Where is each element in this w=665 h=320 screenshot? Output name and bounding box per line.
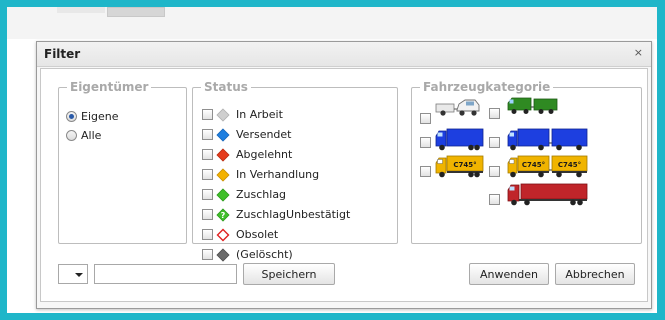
save-button[interactable]: Speichern (243, 263, 335, 285)
status-checkbox[interactable] (202, 109, 213, 120)
cancel-button[interactable]: Abbrechen (555, 263, 635, 285)
background-tab-active (107, 7, 165, 17)
owner-own-radio[interactable] (66, 110, 77, 122)
container-badge-text: C745° (522, 161, 545, 169)
status-label: ZuschlagUnbestätigt (236, 208, 351, 221)
vehicle-checkbox[interactable] (489, 137, 500, 148)
status-legend: Status (204, 80, 248, 94)
status-checkbox[interactable] (202, 229, 213, 240)
red-diamond-icon (216, 147, 230, 162)
red-outline-diamond-icon (216, 228, 230, 241)
vehicle-legend: Fahrzeugkategorie (423, 80, 551, 94)
blue-truck-icon (435, 128, 484, 151)
status-checkbox[interactable] (202, 249, 213, 260)
saved-filter-dropdown[interactable] (58, 264, 88, 284)
apply-button[interactable]: Anwenden (469, 263, 549, 285)
filter-name-input[interactable] (94, 264, 237, 284)
status-row-in-verhandlung[interactable]: In Verhandlung (202, 166, 319, 183)
owner-option-all[interactable]: Alle (66, 127, 101, 143)
container-badge-text: C745° (453, 161, 476, 169)
status-row-abgelehnt[interactable]: Abgelehnt (202, 146, 292, 163)
status-fieldset: Status In Arbeit Versendet Abgelehnt In … (192, 80, 398, 262)
owner-fieldset: Eigentümer Eigene Alle (58, 80, 187, 244)
vehicle-checkbox[interactable] (489, 108, 500, 119)
status-checkbox[interactable] (202, 189, 213, 200)
status-row-zuschlag-unbestaetigt[interactable]: ? ZuschlagUnbestätigt (202, 206, 350, 223)
app-frame: Filter × Eigentümer Eigene Alle Status I… (7, 7, 657, 313)
yellow-diamond-icon (216, 167, 230, 182)
status-label: (Gelöscht) (236, 248, 293, 261)
status-label: In Verhandlung (236, 168, 320, 181)
close-icon[interactable]: × (634, 46, 643, 59)
yellow-container-truck-trailer-icon: C745° C745° (507, 155, 588, 178)
status-checkbox[interactable] (202, 209, 213, 220)
dialog-titlebar: Filter × (37, 42, 651, 67)
dark-gray-diamond-icon (216, 247, 230, 262)
status-checkbox[interactable] (202, 129, 213, 140)
status-checkbox[interactable] (202, 149, 213, 160)
svg-text:?: ? (221, 211, 226, 220)
status-label: In Arbeit (236, 108, 283, 121)
chevron-down-icon[interactable] (75, 273, 83, 277)
status-row-geloescht[interactable]: (Gelöscht) (202, 246, 293, 263)
gray-diamond-icon (216, 107, 230, 122)
dialog-body: Eigentümer Eigene Alle Status In Arbeit (40, 68, 648, 302)
background-tab (57, 7, 105, 13)
vehicle-checkbox[interactable] (420, 137, 431, 148)
vehicle-checkbox[interactable] (420, 113, 431, 124)
green-diamond-icon (216, 187, 230, 202)
vehicle-checkbox[interactable] (489, 194, 500, 205)
blue-truck-trailer-icon (507, 128, 588, 151)
status-label: Obsolet (236, 228, 279, 241)
container-badge-text: C745° (558, 161, 581, 169)
green-van-with-trailer-icon (507, 97, 558, 114)
owner-all-radio[interactable] (66, 129, 77, 141)
vehicle-checkbox[interactable] (489, 166, 500, 177)
dialog-title: Filter (44, 47, 81, 61)
owner-own-label: Eigene (81, 109, 119, 123)
status-label: Versendet (236, 128, 292, 141)
owner-legend: Eigentümer (70, 80, 149, 94)
red-semi-truck-icon (507, 183, 588, 206)
filter-dialog: Filter × Eigentümer Eigene Alle Status I… (36, 41, 652, 309)
status-row-in-arbeit[interactable]: In Arbeit (202, 106, 283, 123)
status-checkbox[interactable] (202, 169, 213, 180)
status-label: Abgelehnt (236, 148, 293, 161)
blue-diamond-icon (216, 127, 230, 142)
vehicle-fieldset: Fahrzeugkategorie C745° C745° C745° (411, 80, 642, 244)
yellow-container-truck-icon: C745° (435, 155, 484, 178)
status-label: Zuschlag (236, 188, 287, 201)
status-row-versendet[interactable]: Versendet (202, 126, 292, 143)
green-question-diamond-icon: ? (216, 207, 230, 222)
owner-option-own[interactable]: Eigene (66, 108, 119, 124)
vehicle-checkbox[interactable] (420, 166, 431, 177)
owner-all-label: Alle (81, 128, 102, 142)
car-with-trailer-icon (435, 99, 480, 116)
status-row-obsolet[interactable]: Obsolet (202, 226, 278, 243)
status-row-zuschlag[interactable]: Zuschlag (202, 186, 286, 203)
dialog-footer: Speichern Anwenden Abbrechen (58, 262, 643, 288)
